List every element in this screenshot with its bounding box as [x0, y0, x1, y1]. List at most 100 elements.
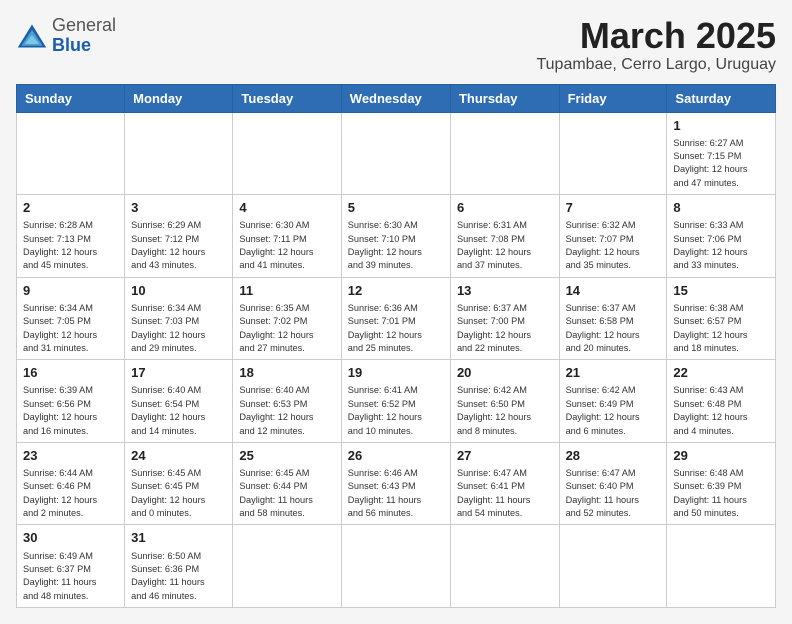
day-info: Sunrise: 6:48 AM Sunset: 6:39 PM Dayligh… [673, 467, 769, 520]
day-number: 7 [566, 199, 661, 217]
day-number: 2 [23, 199, 118, 217]
day-info: Sunrise: 6:40 AM Sunset: 6:53 PM Dayligh… [239, 384, 334, 437]
day-number: 22 [673, 364, 769, 382]
day-info: Sunrise: 6:34 AM Sunset: 7:03 PM Dayligh… [131, 302, 226, 355]
day-info: Sunrise: 6:49 AM Sunset: 6:37 PM Dayligh… [23, 550, 118, 603]
calendar-cell: 8 Sunrise: 6:33 AM Sunset: 7:06 PM Daylig… [667, 195, 776, 278]
weekday-header-sunday: Sunday [17, 84, 125, 112]
day-info: Sunrise: 6:27 AM Sunset: 7:15 PM Dayligh… [673, 137, 769, 190]
day-info: Sunrise: 6:29 AM Sunset: 7:12 PM Dayligh… [131, 219, 226, 272]
day-info: Sunrise: 6:33 AM Sunset: 7:06 PM Dayligh… [673, 219, 769, 272]
day-number: 5 [348, 199, 444, 217]
calendar-cell [559, 112, 667, 195]
calendar-table: SundayMondayTuesdayWednesdayThursdayFrid… [16, 84, 776, 608]
day-number: 13 [457, 282, 553, 300]
day-info: Sunrise: 6:35 AM Sunset: 7:02 PM Dayligh… [239, 302, 334, 355]
day-number: 24 [131, 447, 226, 465]
calendar-cell: 30Sunrise: 6:49 AM Sunset: 6:37 PM Dayli… [17, 525, 125, 608]
weekday-header-thursday: Thursday [450, 84, 559, 112]
day-info: Sunrise: 6:39 AM Sunset: 6:56 PM Dayligh… [23, 384, 118, 437]
calendar-cell [450, 525, 559, 608]
calendar-week-3: 9 Sunrise: 6:34 AM Sunset: 7:05 PM Daylig… [17, 277, 776, 360]
calendar-cell: 29Sunrise: 6:48 AM Sunset: 6:39 PM Dayli… [667, 442, 776, 525]
logo-svg [16, 22, 48, 50]
calendar-cell [559, 525, 667, 608]
day-number: 14 [566, 282, 661, 300]
calendar-cell [17, 112, 125, 195]
day-info: Sunrise: 6:42 AM Sunset: 6:50 PM Dayligh… [457, 384, 553, 437]
weekday-header-friday: Friday [559, 84, 667, 112]
calendar-week-1: 1 Sunrise: 6:27 AM Sunset: 7:15 PM Daylig… [17, 112, 776, 195]
day-info: Sunrise: 6:43 AM Sunset: 6:48 PM Dayligh… [673, 384, 769, 437]
location-title: Tupambae, Cerro Largo, Uruguay [536, 56, 776, 74]
day-info: Sunrise: 6:28 AM Sunset: 7:13 PM Dayligh… [23, 219, 118, 272]
calendar-cell: 12Sunrise: 6:36 AM Sunset: 7:01 PM Dayli… [341, 277, 450, 360]
calendar-cell: 5 Sunrise: 6:30 AM Sunset: 7:10 PM Daylig… [341, 195, 450, 278]
day-info: Sunrise: 6:31 AM Sunset: 7:08 PM Dayligh… [457, 219, 553, 272]
calendar-cell: 20Sunrise: 6:42 AM Sunset: 6:50 PM Dayli… [450, 360, 559, 443]
calendar-cell: 7 Sunrise: 6:32 AM Sunset: 7:07 PM Daylig… [559, 195, 667, 278]
day-number: 4 [239, 199, 334, 217]
day-info: Sunrise: 6:30 AM Sunset: 7:10 PM Dayligh… [348, 219, 444, 272]
calendar-cell: 31 Sunrise: 6:50 AM Sunset: 6:36 PM Dayli… [125, 525, 233, 608]
day-info: Sunrise: 6:34 AM Sunset: 7:05 PM Dayligh… [23, 302, 118, 355]
calendar-cell: 14Sunrise: 6:37 AM Sunset: 6:58 PM Dayli… [559, 277, 667, 360]
calendar-cell [450, 112, 559, 195]
day-number: 26 [348, 447, 444, 465]
day-info: Sunrise: 6:47 AM Sunset: 6:40 PM Dayligh… [566, 467, 661, 520]
day-info: Sunrise: 6:45 AM Sunset: 6:45 PM Dayligh… [131, 467, 226, 520]
calendar-cell: 9 Sunrise: 6:34 AM Sunset: 7:05 PM Daylig… [17, 277, 125, 360]
day-number: 8 [673, 199, 769, 217]
day-info: Sunrise: 6:44 AM Sunset: 6:46 PM Dayligh… [23, 467, 118, 520]
page-container: General Blue March 2025 Tupambae, Cerro … [16, 16, 776, 608]
day-number: 25 [239, 447, 334, 465]
weekday-header-wednesday: Wednesday [341, 84, 450, 112]
day-number: 16 [23, 364, 118, 382]
calendar-cell: 17 Sunrise: 6:40 AM Sunset: 6:54 PM Dayli… [125, 360, 233, 443]
day-info: Sunrise: 6:41 AM Sunset: 6:52 PM Dayligh… [348, 384, 444, 437]
calendar-cell [341, 112, 450, 195]
calendar-cell: 1 Sunrise: 6:27 AM Sunset: 7:15 PM Daylig… [667, 112, 776, 195]
calendar-header-row: SundayMondayTuesdayWednesdayThursdayFrid… [17, 84, 776, 112]
month-title: March 2025 [536, 16, 776, 56]
day-number: 9 [23, 282, 118, 300]
calendar-week-5: 23Sunrise: 6:44 AM Sunset: 6:46 PM Dayli… [17, 442, 776, 525]
day-number: 1 [673, 117, 769, 135]
day-info: Sunrise: 6:50 AM Sunset: 6:36 PM Dayligh… [131, 550, 226, 603]
logo: General Blue [16, 16, 116, 56]
day-info: Sunrise: 6:36 AM Sunset: 7:01 PM Dayligh… [348, 302, 444, 355]
weekday-header-monday: Monday [125, 84, 233, 112]
calendar-cell: 10Sunrise: 6:34 AM Sunset: 7:03 PM Dayli… [125, 277, 233, 360]
calendar-cell: 6 Sunrise: 6:31 AM Sunset: 7:08 PM Daylig… [450, 195, 559, 278]
calendar-week-2: 2 Sunrise: 6:28 AM Sunset: 7:13 PM Daylig… [17, 195, 776, 278]
day-number: 17 [131, 364, 226, 382]
day-info: Sunrise: 6:47 AM Sunset: 6:41 PM Dayligh… [457, 467, 553, 520]
calendar-cell [341, 525, 450, 608]
day-number: 11 [239, 282, 334, 300]
day-info: Sunrise: 6:42 AM Sunset: 6:49 PM Dayligh… [566, 384, 661, 437]
calendar-cell: 24 Sunrise: 6:45 AM Sunset: 6:45 PM Dayli… [125, 442, 233, 525]
calendar-cell: 26Sunrise: 6:46 AM Sunset: 6:43 PM Dayli… [341, 442, 450, 525]
day-number: 27 [457, 447, 553, 465]
logo-text: General Blue [52, 16, 116, 56]
calendar-cell: 27 Sunrise: 6:47 AM Sunset: 6:41 PM Dayli… [450, 442, 559, 525]
calendar-cell: 2 Sunrise: 6:28 AM Sunset: 7:13 PM Daylig… [17, 195, 125, 278]
calendar-cell [233, 112, 341, 195]
weekday-header-saturday: Saturday [667, 84, 776, 112]
day-info: Sunrise: 6:32 AM Sunset: 7:07 PM Dayligh… [566, 219, 661, 272]
calendar-cell: 18Sunrise: 6:40 AM Sunset: 6:53 PM Dayli… [233, 360, 341, 443]
calendar-cell: 3Sunrise: 6:29 AM Sunset: 7:12 PM Daylig… [125, 195, 233, 278]
day-info: Sunrise: 6:40 AM Sunset: 6:54 PM Dayligh… [131, 384, 226, 437]
day-info: Sunrise: 6:45 AM Sunset: 6:44 PM Dayligh… [239, 467, 334, 520]
calendar-cell: 19 Sunrise: 6:41 AM Sunset: 6:52 PM Dayli… [341, 360, 450, 443]
calendar-cell: 22 Sunrise: 6:43 AM Sunset: 6:48 PM Dayli… [667, 360, 776, 443]
day-info: Sunrise: 6:37 AM Sunset: 7:00 PM Dayligh… [457, 302, 553, 355]
day-number: 31 [131, 529, 226, 547]
calendar-cell: 23Sunrise: 6:44 AM Sunset: 6:46 PM Dayli… [17, 442, 125, 525]
logo-blue-text: Blue [52, 35, 91, 55]
calendar-cell: 28Sunrise: 6:47 AM Sunset: 6:40 PM Dayli… [559, 442, 667, 525]
day-number: 19 [348, 364, 444, 382]
calendar-cell: 4Sunrise: 6:30 AM Sunset: 7:11 PM Daylig… [233, 195, 341, 278]
day-number: 6 [457, 199, 553, 217]
calendar-cell: 21Sunrise: 6:42 AM Sunset: 6:49 PM Dayli… [559, 360, 667, 443]
